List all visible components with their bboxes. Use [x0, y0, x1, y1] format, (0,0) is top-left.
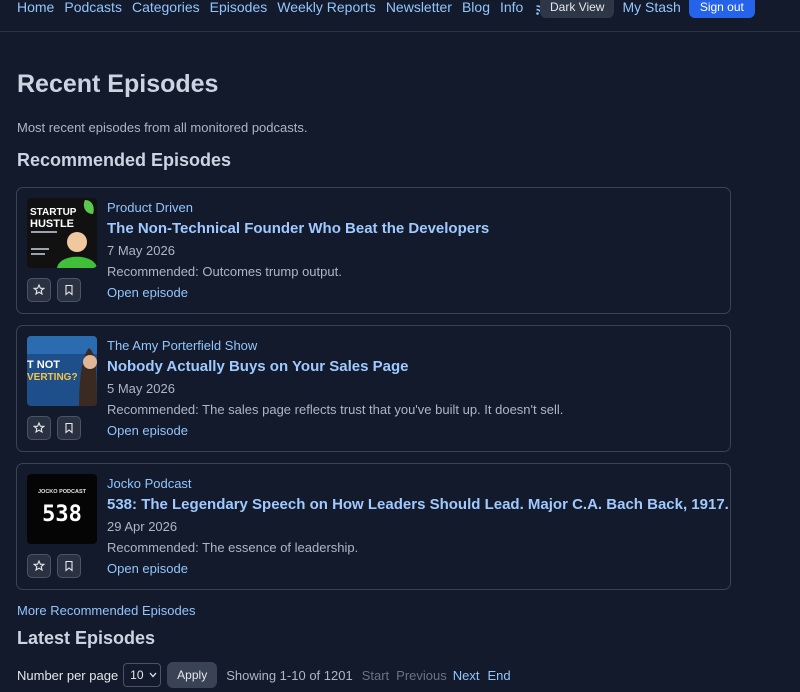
- per-page-value: 10: [130, 668, 144, 682]
- page-start: Start: [361, 667, 390, 683]
- nav-episodes[interactable]: Episodes: [210, 0, 268, 15]
- nav-categories[interactable]: Categories: [132, 0, 200, 15]
- episode-thumbnail[interactable]: STARTUP HUSTLE: [27, 198, 97, 268]
- bookmark-icon: [65, 560, 73, 572]
- per-page-select[interactable]: 10: [123, 663, 162, 687]
- episode-thumbnail[interactable]: T NOT VERTING?: [27, 336, 97, 406]
- episode-details: Product Driven The Non-Technical Founder…: [107, 200, 722, 301]
- nav-info[interactable]: Info: [500, 0, 523, 15]
- recommendation-text: Recommended: Outcomes trump output.: [107, 264, 342, 279]
- bookmark-icon: [65, 284, 73, 296]
- nav-blog[interactable]: Blog: [462, 0, 490, 15]
- top-navigation: Home Podcasts Categories Episodes Weekly…: [0, 0, 800, 32]
- episode-title-link[interactable]: Nobody Actually Buys on Your Sales Page: [107, 358, 722, 376]
- bookmark-icon: [65, 422, 73, 434]
- open-episode-link[interactable]: Open episode: [107, 422, 722, 439]
- favorite-button[interactable]: [27, 554, 51, 578]
- nav-weekly-reports[interactable]: Weekly Reports: [277, 0, 376, 15]
- episode-date: 7 May 2026: [107, 243, 175, 258]
- bookmark-button[interactable]: [57, 278, 81, 302]
- sign-out-button[interactable]: Sign out: [688, 0, 755, 18]
- favorite-button[interactable]: [27, 416, 51, 440]
- thumb-text-1: JOCKO PODCAST: [38, 489, 87, 495]
- star-icon: [33, 560, 45, 572]
- thumb-text-2: HUSTLE: [30, 218, 74, 230]
- nav-home[interactable]: Home: [17, 0, 54, 15]
- recommendation-text: Recommended: The essence of leadership.: [107, 540, 359, 555]
- open-episode-link[interactable]: Open episode: [107, 284, 722, 301]
- podcast-name-link[interactable]: Product Driven: [107, 200, 722, 215]
- episode-date: 29 Apr 2026: [107, 519, 178, 534]
- dark-view-button[interactable]: Dark View: [540, 0, 615, 18]
- episode-title-link[interactable]: The Non-Technical Founder Who Beat the D…: [107, 220, 722, 238]
- thumb-text-2: VERTING?: [27, 372, 78, 383]
- nav-newsletter[interactable]: Newsletter: [386, 0, 452, 15]
- page-previous: Previous: [396, 667, 447, 683]
- nav-links: Home Podcasts Categories Episodes Weekly…: [17, 0, 547, 15]
- bookmark-button[interactable]: [57, 416, 81, 440]
- thumb-text-1: STARTUP: [30, 207, 77, 218]
- episode-title-link[interactable]: 538: The Legendary Speech on How Leaders…: [107, 496, 729, 514]
- my-stash-link[interactable]: My Stash: [622, 0, 680, 15]
- latest-heading: Latest Episodes: [17, 628, 156, 648]
- per-page-label: Number per page: [17, 667, 119, 683]
- page-title: Recent Episodes: [17, 70, 219, 98]
- bookmark-button[interactable]: [57, 554, 81, 578]
- open-episode-link[interactable]: Open episode: [107, 560, 722, 577]
- episode-card: JOCKO PODCAST 538 Jocko Podcast 538: The…: [16, 463, 731, 590]
- page-subtitle: Most recent episodes from all monitored …: [17, 120, 308, 135]
- page-next[interactable]: Next: [453, 668, 480, 683]
- episode-card: STARTUP HUSTLE Product Driven The Non-Te…: [16, 187, 731, 314]
- episode-details: Jocko Podcast 538: The Legendary Speech …: [107, 476, 729, 577]
- apply-button[interactable]: Apply: [167, 662, 218, 688]
- star-icon: [33, 284, 45, 296]
- podcast-name-link[interactable]: Jocko Podcast: [107, 476, 722, 491]
- thumb-text-1: T NOT: [27, 359, 60, 371]
- recommended-heading: Recommended Episodes: [17, 150, 232, 170]
- showing-count: Showing 1-10 of 1201: [226, 667, 353, 683]
- thumb-text-2: 538: [42, 502, 82, 527]
- more-recommended-link[interactable]: More Recommended Episodes: [17, 603, 195, 618]
- nav-podcasts[interactable]: Podcasts: [64, 0, 122, 15]
- pagination-bar: Number per page 10 Apply Showing 1-10 of…: [17, 662, 511, 688]
- favorite-button[interactable]: [27, 278, 51, 302]
- episode-thumbnail[interactable]: JOCKO PODCAST 538: [27, 474, 97, 544]
- recommendation-text: Recommended: The sales page reflects tru…: [107, 402, 564, 417]
- page-end[interactable]: End: [487, 668, 510, 683]
- nav-actions: Dark View My Stash Sign out: [540, 0, 755, 18]
- star-icon: [33, 422, 45, 434]
- episode-card: T NOT VERTING? The Amy Porterfield Show …: [16, 325, 731, 452]
- episode-date: 5 May 2026: [107, 381, 175, 396]
- chevron-down-icon: [149, 672, 157, 678]
- podcast-name-link[interactable]: The Amy Porterfield Show: [107, 338, 722, 353]
- episode-details: The Amy Porterfield Show Nobody Actually…: [107, 338, 722, 439]
